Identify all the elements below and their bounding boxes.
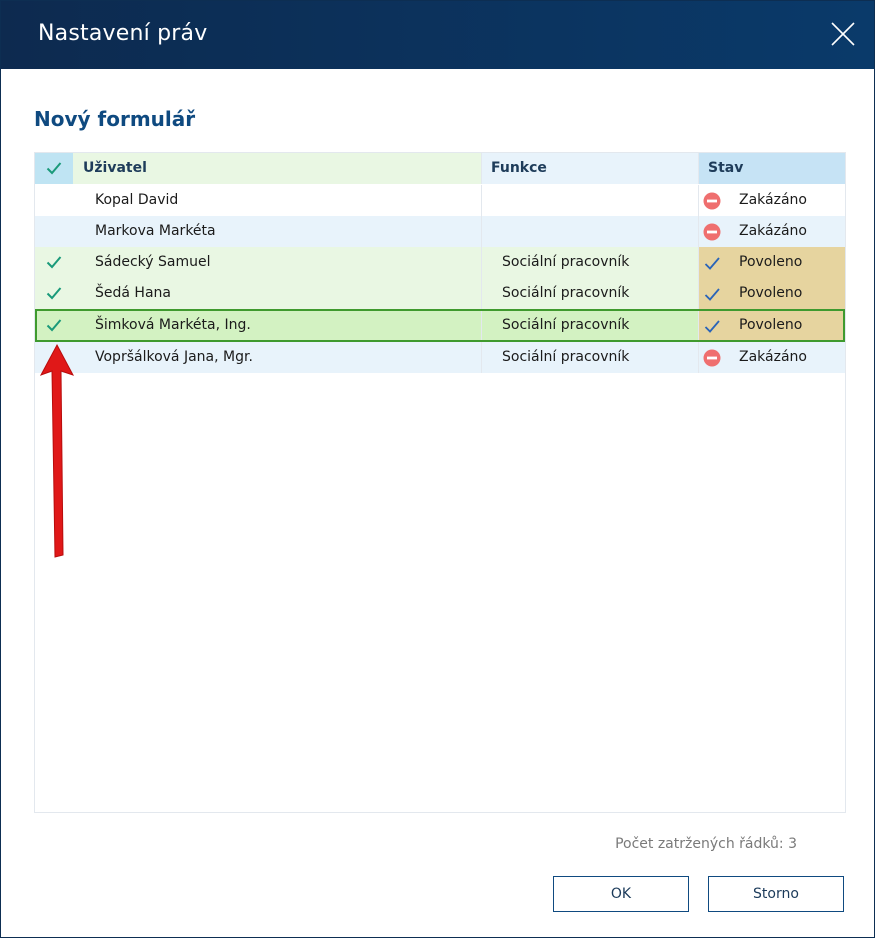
row-checkbox[interactable] [35, 216, 73, 247]
status-label: Povoleno [739, 254, 803, 270]
no-entry-icon [703, 349, 721, 367]
users-grid: Uživatel Funkce Stav Kopal David Zakázán… [34, 152, 846, 813]
rights-dialog: Nastavení práv Nový formulář Uživatel Fu… [0, 0, 875, 938]
status-label: Povoleno [739, 317, 803, 333]
status-label: Zakázáno [739, 349, 807, 365]
grid-header: Uživatel Funkce Stav [35, 153, 845, 184]
row-status[interactable]: Zakázáno [698, 342, 845, 373]
row-user: Sádecký Samuel [73, 247, 481, 278]
status-label: Povoleno [739, 285, 803, 301]
row-status[interactable]: Povoleno [698, 310, 845, 341]
column-header-function[interactable]: Funkce [481, 153, 698, 184]
checkmark-icon [46, 162, 62, 175]
checkmark-icon [46, 319, 62, 332]
table-row[interactable]: Šedá Hana Sociální pracovník Povoleno [35, 278, 845, 309]
column-header-user[interactable]: Uživatel [73, 153, 481, 184]
checked-rows-count: Počet zatržených řádků: 3 [615, 836, 797, 852]
row-user: Kopal David [95, 192, 179, 208]
table-row[interactable]: Markova Markéta Zakázáno [35, 216, 845, 247]
status-label: Zakázáno [739, 223, 807, 239]
checkmark-icon [46, 256, 62, 269]
row-status[interactable]: Povoleno [698, 247, 845, 278]
no-entry-icon [703, 192, 721, 210]
header-check-all[interactable] [35, 153, 73, 184]
row-user: Šedá Hana [73, 278, 481, 309]
row-status[interactable]: Zakázáno [698, 185, 845, 216]
row-function: Sociální pracovník [481, 342, 698, 373]
row-function [481, 185, 698, 216]
table-row[interactable]: Kopal David Zakázáno [35, 185, 845, 216]
row-checkbox[interactable] [35, 185, 73, 216]
row-function: Sociální pracovník [481, 310, 698, 341]
checkmark-icon [46, 287, 62, 300]
table-row[interactable]: Vopršálková Jana, Mgr. Sociální pracovní… [35, 342, 845, 373]
title-bar: Nastavení práv [1, 1, 874, 69]
row-user: Markova Markéta [95, 223, 216, 239]
window-title: Nastavení práv [38, 21, 208, 46]
row-function: Sociální pracovník [481, 247, 698, 278]
cancel-button[interactable]: Storno [708, 876, 844, 912]
row-checkbox[interactable] [35, 247, 73, 278]
table-row[interactable]: Sádecký Samuel Sociální pracovník Povole… [35, 247, 845, 278]
form-heading: Nový formulář [34, 107, 196, 131]
row-checkbox[interactable] [35, 278, 73, 309]
column-header-status[interactable]: Stav [698, 153, 845, 184]
row-user: Šimková Markéta, Ing. [73, 310, 481, 341]
row-function [481, 216, 698, 247]
checkmark-icon [704, 320, 720, 333]
row-checkbox[interactable] [35, 310, 73, 341]
row-function: Sociální pracovník [481, 278, 698, 309]
annotation-arrow-icon [39, 343, 75, 558]
status-label: Zakázáno [739, 192, 807, 208]
checkmark-icon [704, 257, 720, 270]
no-entry-icon [703, 223, 721, 241]
ok-button[interactable]: OK [553, 876, 689, 912]
table-row-selected[interactable]: Šimková Markéta, Ing. Sociální pracovník… [35, 310, 845, 341]
close-icon[interactable] [830, 21, 856, 47]
row-status[interactable]: Zakázáno [698, 216, 845, 247]
checkmark-icon [704, 288, 720, 301]
row-status[interactable]: Povoleno [698, 278, 845, 309]
row-user: Vopršálková Jana, Mgr. [95, 349, 253, 365]
